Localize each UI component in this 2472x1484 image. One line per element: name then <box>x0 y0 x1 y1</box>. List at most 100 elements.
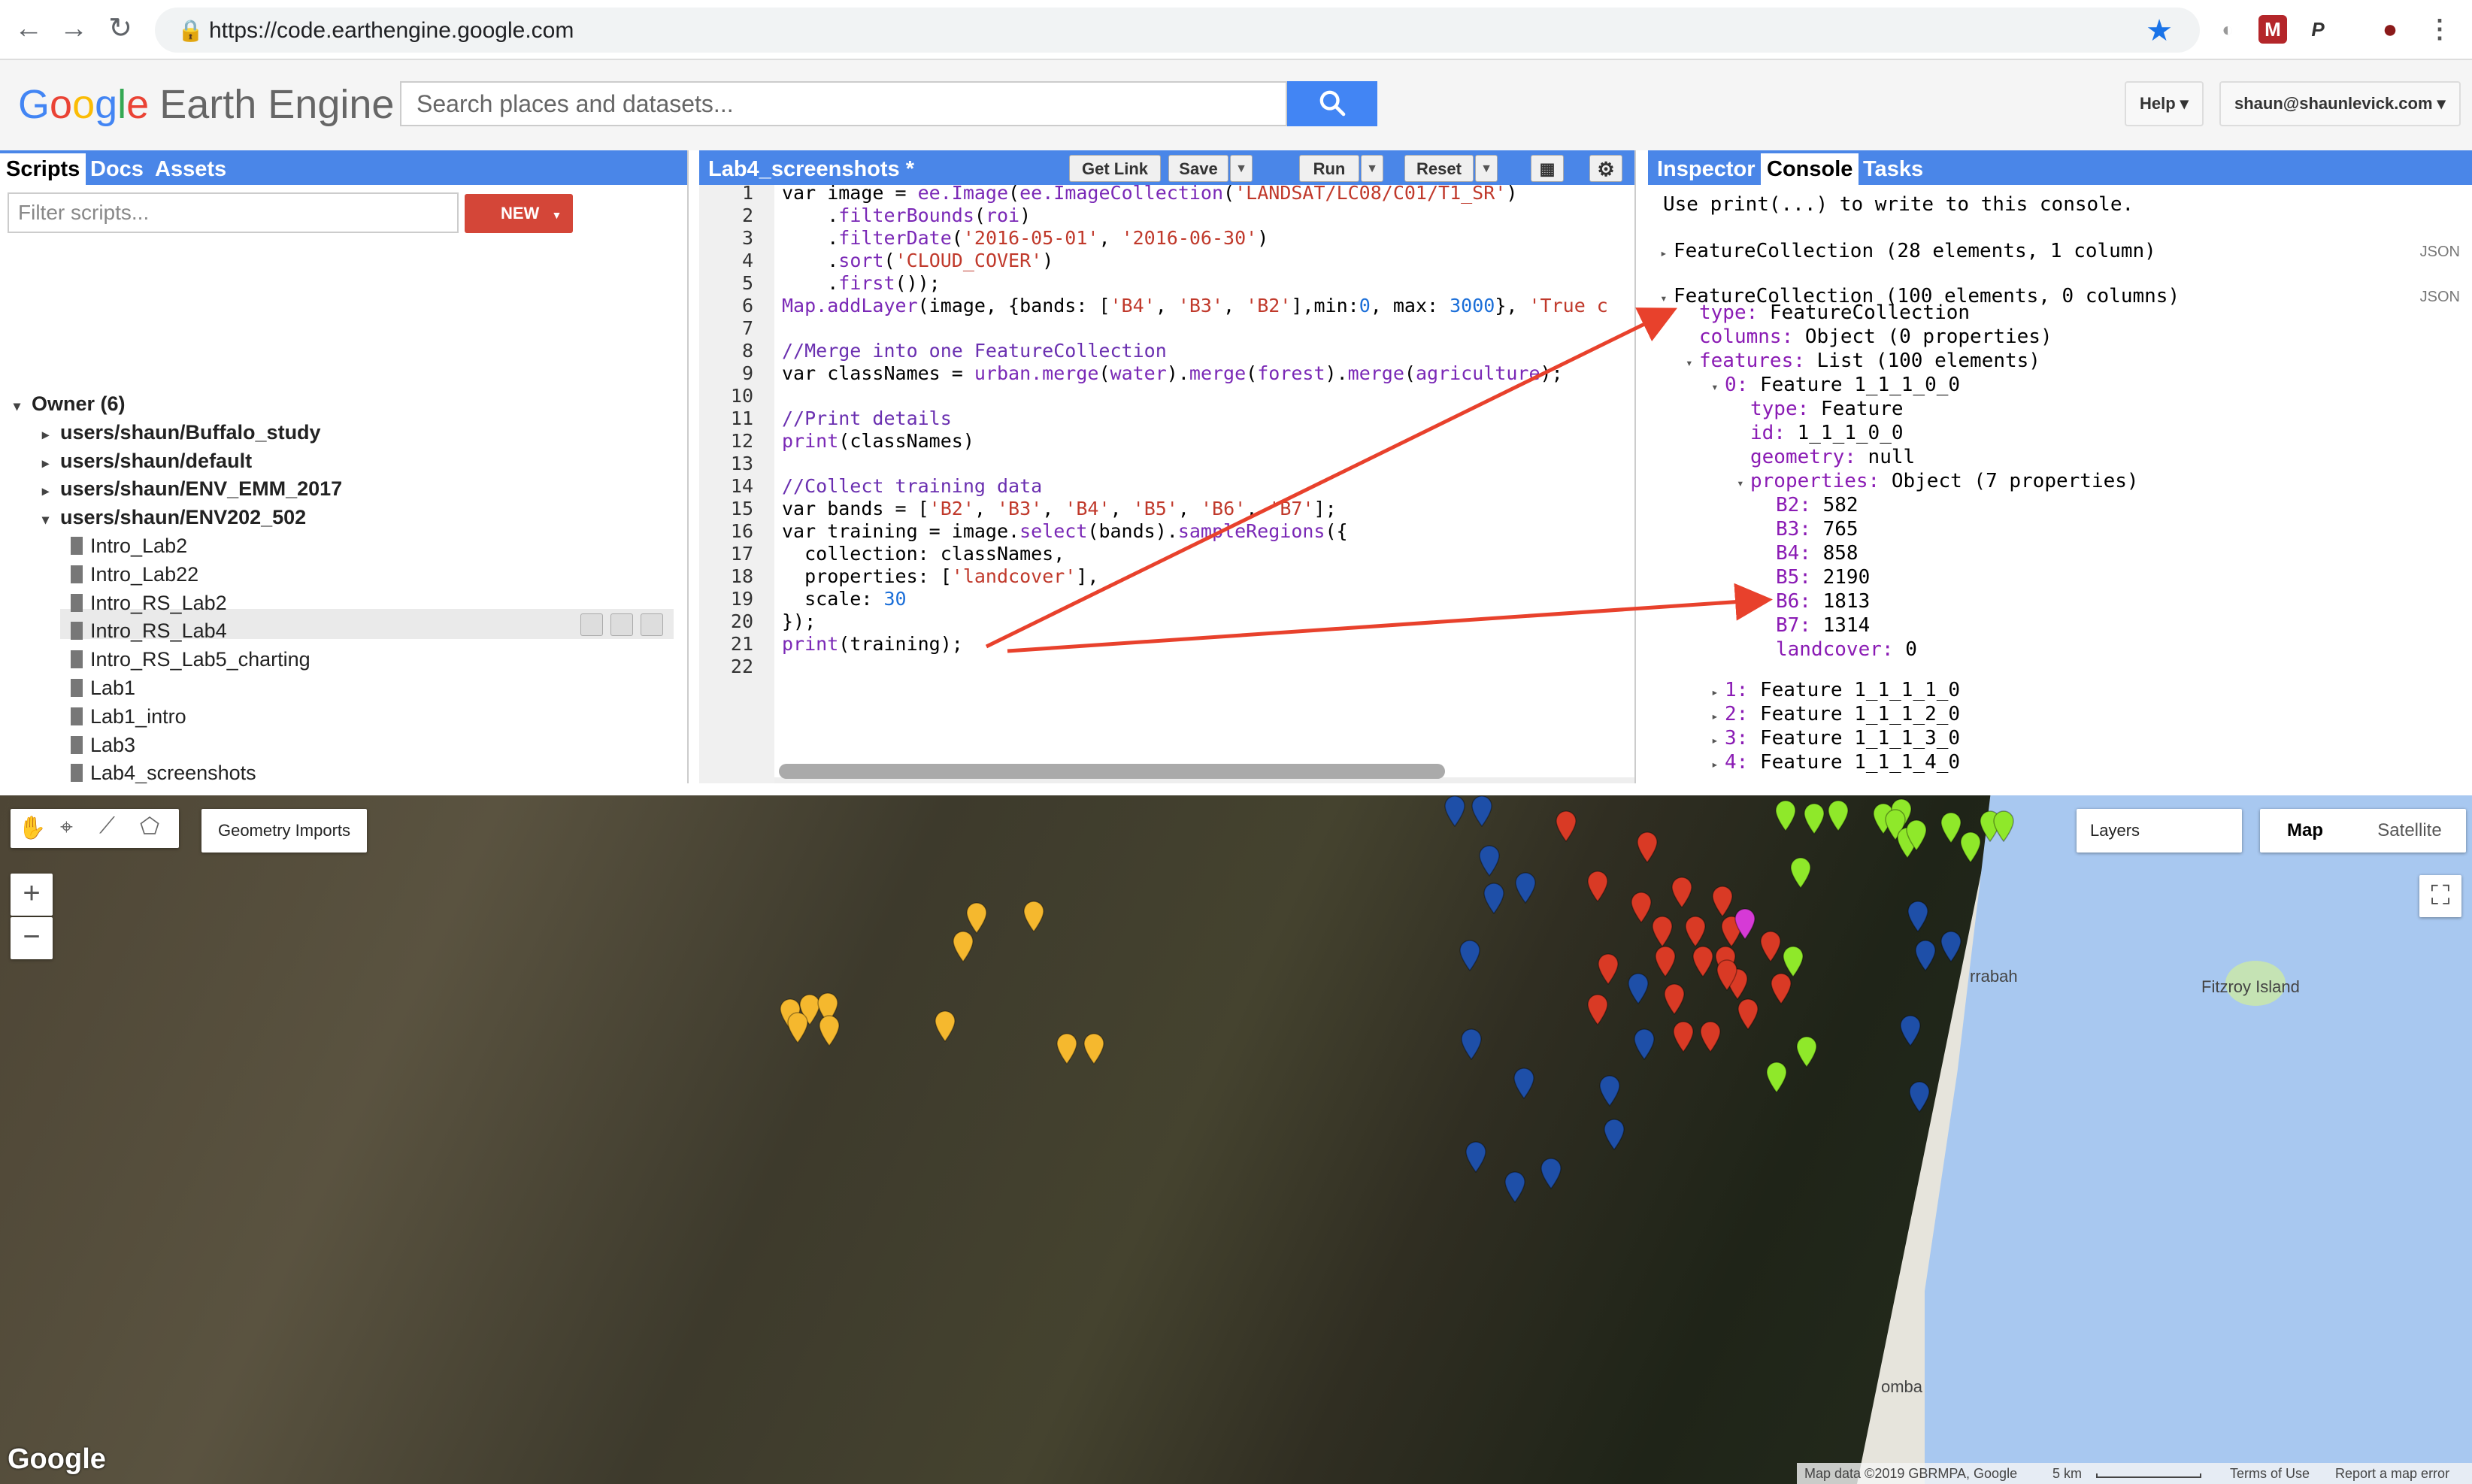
expand-down-icon[interactable]: ▾ <box>1660 286 1674 310</box>
search-input[interactable] <box>400 81 1287 126</box>
expand-down-icon[interactable]: ▾ <box>1686 351 1699 375</box>
expand-right-icon[interactable]: ▸ <box>1711 704 1725 728</box>
url-text[interactable]: https://code.earthengine.google.com <box>209 18 574 44</box>
map-pin-agriculture[interactable] <box>818 1015 841 1046</box>
map-pin-forest[interactable] <box>1940 931 1962 962</box>
script-file[interactable]: Lab1_intro <box>71 702 186 731</box>
script-file[interactable]: Lab4_screenshots <box>71 759 256 783</box>
console-entry[interactable]: ▸ 3: Feature 1_1_1_3_0 <box>1711 726 1960 753</box>
console-entry[interactable]: ▾ properties: Object (7 properties) <box>1737 469 2139 495</box>
expand-right-icon[interactable]: ▸ <box>1660 241 1674 265</box>
map-pin-agriculture[interactable] <box>1022 901 1045 932</box>
script-file[interactable]: Lab1 <box>71 674 135 702</box>
map-pin-water[interactable] <box>1827 800 1849 831</box>
map-pin-urban[interactable] <box>1737 998 1759 1030</box>
reload-icon[interactable]: ↻ <box>104 12 137 45</box>
map-pin-water[interactable] <box>1803 803 1825 834</box>
tree-folder[interactable]: ▾ users/shaun/ENV202_502 <box>42 503 306 532</box>
map-pin-water[interactable] <box>1795 1036 1818 1068</box>
tab-assets[interactable]: Assets <box>149 153 232 185</box>
map-pin-urban[interactable] <box>1692 946 1714 977</box>
browser-menu-icon[interactable]: ⋮ <box>2425 15 2454 44</box>
account-button[interactable]: shaun@shaunlevick.com ▾ <box>2219 81 2461 126</box>
fullscreen-icon[interactable]: ⛶ <box>2419 875 2461 917</box>
reset-menu-chevron-icon[interactable]: ▼ <box>1475 155 1498 182</box>
map-pin-forest[interactable] <box>1914 940 1937 971</box>
map-pin-agriculture[interactable] <box>786 1012 809 1043</box>
hand-pan-icon[interactable]: ✋ <box>18 815 46 841</box>
map-pin-water[interactable] <box>1959 831 1982 863</box>
map-pin-urban[interactable] <box>1716 959 1738 991</box>
revisions-icon[interactable] <box>580 613 603 636</box>
save-menu-chevron-icon[interactable]: ▼ <box>1230 155 1253 182</box>
address-bar[interactable]: 🔒 https://code.earthengine.google.com ★ <box>155 8 2200 53</box>
map-pin-forest[interactable] <box>1483 883 1505 914</box>
console-entry[interactable]: ▸ 4: Feature 1_1_1_4_0 <box>1711 750 1960 777</box>
map-type-satellite[interactable]: Satellite <box>2353 809 2466 853</box>
tree-folder[interactable]: ▸ users/shaun/default <box>42 447 252 475</box>
map-pin-forest[interactable] <box>1627 973 1650 1004</box>
map-pin-agriculture[interactable] <box>1056 1033 1078 1065</box>
map-pin-forest[interactable] <box>1598 1075 1621 1107</box>
run-menu-chevron-icon[interactable]: ▼ <box>1361 155 1383 182</box>
tab-scripts[interactable]: Scripts <box>0 153 86 185</box>
chevron-right-icon[interactable]: ▸ <box>42 449 60 477</box>
map-pin-forest[interactable] <box>1460 1028 1483 1060</box>
map-type-map[interactable]: Map <box>2260 809 2350 853</box>
map-pin-urban[interactable] <box>1699 1021 1722 1052</box>
google-earth-engine-logo[interactable]: Google Earth Engine <box>18 81 394 128</box>
map-pin-forest[interactable] <box>1513 1068 1535 1099</box>
map-pin-water[interactable] <box>1789 857 1812 889</box>
map-pin-forest[interactable] <box>1633 1028 1656 1060</box>
expand-right-icon[interactable]: ▸ <box>1711 680 1725 704</box>
tab-docs[interactable]: Docs <box>84 153 150 185</box>
map-pin-forest[interactable] <box>1459 940 1481 971</box>
delete-icon[interactable] <box>641 613 663 636</box>
chevron-down-icon[interactable]: ▾ <box>14 392 32 420</box>
map-view[interactable]: ✋ ⌖ ⟋ ⬠ Geometry Imports + − Layers Map … <box>0 795 2472 1484</box>
tab-tasks[interactable]: Tasks <box>1857 153 1929 185</box>
map-pin-forest[interactable] <box>1471 795 1493 827</box>
map-pin-agriculture[interactable] <box>965 902 988 934</box>
map-pin-forest[interactable] <box>1540 1158 1562 1189</box>
map-pin-water[interactable] <box>1992 810 2015 842</box>
map-pin-forest[interactable] <box>1514 872 1537 904</box>
map-pin-forest[interactable] <box>1478 845 1501 877</box>
draw-polygon-icon[interactable]: ⬠ <box>140 813 159 840</box>
console-entry[interactable]: ▾ 0: Feature 1_1_1_0_0 <box>1711 373 1960 399</box>
script-file[interactable]: Lab3 <box>71 731 135 759</box>
run-button[interactable]: Run <box>1299 155 1359 182</box>
search-button[interactable] <box>1287 81 1377 126</box>
expand-down-icon[interactable]: ▾ <box>1737 471 1750 495</box>
map-pin-urban[interactable] <box>1597 953 1619 985</box>
terms-of-use-link[interactable]: Terms of Use <box>2230 1463 2310 1484</box>
extension-icon-2[interactable]: M <box>2258 15 2287 44</box>
horizontal-scrollbar[interactable] <box>779 764 1445 779</box>
script-file[interactable]: Intro_Lab22 <box>71 560 198 589</box>
tab-console[interactable]: Console <box>1761 153 1859 185</box>
zoom-out-button[interactable]: − <box>11 917 53 959</box>
map-pin-urban[interactable] <box>1586 871 1609 902</box>
save-button[interactable]: Save <box>1168 155 1228 182</box>
map-pin-urban[interactable] <box>1711 886 1734 917</box>
layers-button[interactable]: Layers <box>2077 809 2242 853</box>
add-marker-icon[interactable]: ⌖ <box>60 815 73 840</box>
map-pin-urban[interactable] <box>1630 892 1653 923</box>
get-link-button[interactable]: Get Link <box>1069 155 1161 182</box>
map-pin-forest[interactable] <box>1465 1141 1487 1173</box>
draw-line-icon[interactable]: ⟋ <box>99 813 115 839</box>
map-pin-urban[interactable] <box>1651 916 1674 947</box>
map-pin-forest[interactable] <box>1504 1171 1526 1203</box>
tree-folder[interactable]: ▸ users/shaun/Buffalo_study <box>42 418 321 447</box>
back-icon[interactable]: ← <box>12 12 45 45</box>
script-file[interactable]: Intro_RS_Lab4 <box>71 616 227 645</box>
console-entry[interactable]: ▸ FeatureCollection (28 elements, 1 colum… <box>1660 239 2156 265</box>
map-pin-urban[interactable] <box>1770 973 1792 1004</box>
chevron-right-icon[interactable]: ▸ <box>42 420 60 449</box>
map-pin-urban[interactable] <box>1636 831 1659 863</box>
script-file[interactable]: Intro_Lab2 <box>71 532 187 560</box>
profile-avatar[interactable]: ● <box>2376 15 2404 44</box>
map-pin-forest[interactable] <box>1908 1081 1931 1113</box>
rename-icon[interactable] <box>610 613 633 636</box>
extension-icon-3[interactable]: P <box>2304 15 2332 44</box>
